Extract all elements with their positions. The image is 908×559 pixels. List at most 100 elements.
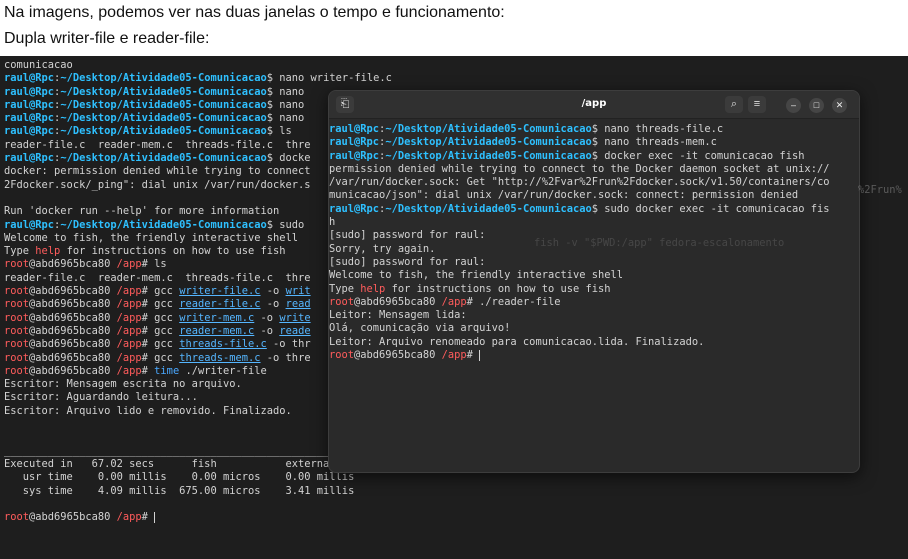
terminal-text: @abd6965bca80	[29, 324, 117, 337]
terminal-text: reader-mem.c	[179, 324, 255, 337]
terminal-text: -o thr	[266, 338, 311, 351]
terminal-window-app[interactable]: ⎗ /app ⌕ ≡ – □ ✕ raul@Rpc:~/Desktop/Ativ…	[328, 90, 860, 473]
terminal-text: municacao/json": dial unix /var/run/dock…	[329, 189, 799, 202]
terminal-text: reade	[279, 324, 311, 337]
terminal-text: Escritor: Mensagem escrita no arquivo.	[4, 378, 242, 391]
ghost-text: fish -v "$PWD:/app" fedora-escalonamento	[534, 237, 785, 249]
terminal-text: ~/Desktop/Atividade05-Comunicacao	[60, 218, 267, 231]
maximize-icon[interactable]: □	[809, 98, 824, 113]
terminal-text: for instructions on how to use fish	[385, 282, 611, 295]
hamburger-menu-icon[interactable]: ≡	[748, 96, 766, 113]
terminal-text: # gcc	[141, 311, 180, 324]
text-cursor	[479, 349, 481, 361]
terminal-text: help	[360, 282, 386, 295]
terminal-text: $ nano threads-mem.c	[591, 136, 717, 149]
terminal-text: ~/Desktop/Atividade05-Comunicacao	[60, 85, 267, 98]
terminal-text: # ls	[141, 258, 167, 271]
terminal-text: Sorry, try again.	[329, 242, 436, 255]
terminal-text: $ docker exec -it comunicacao fish	[591, 149, 805, 162]
terminal-text: $ nano threads-file.c	[591, 123, 724, 135]
terminal-line: Leitor: Mensagem lida:	[329, 309, 829, 322]
terminal-text: $ docke	[266, 152, 311, 165]
terminal-text: writer-file.c	[179, 285, 261, 298]
terminal-line: root@abd6965bca80 /app#	[4, 511, 392, 524]
minimize-icon[interactable]: –	[786, 98, 801, 113]
terminal-text: -o	[260, 285, 286, 298]
terminal-text: root	[329, 349, 355, 362]
terminal-text: threads-mem.c	[179, 351, 261, 364]
terminal-text: ~/Desktop/Atividade05-Comunicacao	[60, 112, 267, 125]
terminal-text: /app	[116, 324, 142, 337]
terminal-text: raul@Rpc	[329, 123, 380, 135]
terminal-text: $ nano	[266, 98, 305, 111]
terminal-text: root	[4, 351, 30, 364]
terminal-text: writ	[285, 285, 311, 298]
terminal-line: raul@Rpc:~/Desktop/Atividade05-Comunicac…	[4, 72, 392, 85]
window-titlebar[interactable]: ⎗ /app ⌕ ≡ – □ ✕	[329, 91, 859, 119]
terminal-line: [sudo] password for raul:	[329, 256, 829, 269]
terminal-text: ~/Desktop/Atividade05-Comunicacao	[385, 149, 592, 162]
terminal-text: reader-file.c	[179, 298, 261, 311]
terminal-text: Run 'docker run --help' for more informa…	[4, 205, 280, 218]
terminal-text: root	[4, 258, 30, 271]
terminal-text: # gcc	[141, 338, 180, 351]
terminal-text: [sudo] password for raul:	[329, 229, 486, 242]
terminal-text: # gcc	[141, 298, 180, 311]
terminal-text: raul@Rpc	[4, 112, 55, 125]
terminal-text: root	[329, 295, 355, 308]
terminal-text: Escritor: Aguardando leitura...	[4, 391, 198, 404]
terminal-text: root	[4, 298, 30, 311]
terminal-line: root@abd6965bca80 /app# ./reader-file	[329, 296, 829, 309]
terminal-text: $ nano	[266, 85, 305, 98]
terminal-text: # gcc	[141, 324, 180, 337]
terminal-line: Leitor: Arquivo renomeado para comunicac…	[329, 336, 829, 349]
terminal-text: raul@Rpc	[4, 85, 55, 98]
terminal-text: @abd6965bca80	[29, 298, 117, 311]
terminal-text: ~/Desktop/Atividade05-Comunicacao	[60, 72, 267, 85]
terminal-text: $ nano	[266, 112, 305, 125]
terminal-text: Executed in 67.02 secs fish external	[4, 457, 336, 470]
terminal-text: root	[4, 364, 30, 377]
terminal-text: @abd6965bca80	[29, 511, 117, 524]
terminal-text: reader-file.c reader-mem.c threads-file.…	[4, 138, 311, 151]
terminal-line: root@abd6965bca80 /app#	[329, 349, 829, 362]
terminal-text: # gcc	[141, 285, 180, 298]
terminal-line: permission denied while trying to connec…	[329, 163, 829, 176]
terminal-text: root	[4, 285, 30, 298]
terminal-text: comunicacao	[4, 59, 73, 71]
terminal-line: municacao/json": dial unix /var/run/dock…	[329, 189, 829, 202]
terminal-line: sys time 4.09 millis 675.00 micros 3.41 …	[4, 485, 392, 498]
terminal-text: ~/Desktop/Atividade05-Comunicacao	[60, 125, 267, 138]
terminal-line: raul@Rpc:~/Desktop/Atividade05-Comunicac…	[329, 136, 829, 149]
text-cursor	[154, 511, 156, 523]
terminal-text: ~/Desktop/Atividade05-Comunicacao	[385, 202, 592, 215]
terminal-text: time	[154, 364, 180, 377]
terminal-line: raul@Rpc:~/Desktop/Atividade05-Comunicac…	[329, 123, 829, 136]
close-icon[interactable]: ✕	[832, 98, 847, 113]
terminal-text: permission denied while trying to connec…	[329, 162, 830, 175]
terminal-text: ~/Desktop/Atividade05-Comunicacao	[385, 136, 592, 149]
terminal-text: raul@Rpc	[329, 202, 380, 215]
terminal-line: usr time 0.00 millis 0.00 micros 0.00 mi…	[4, 471, 392, 484]
terminal-text: Leitor: Arquivo renomeado para comunicac…	[329, 335, 705, 348]
terminal-text: root	[4, 511, 30, 524]
terminal-text: $ ls	[266, 125, 292, 138]
terminal-text: /app	[116, 311, 142, 324]
terminal-text: /app	[116, 258, 142, 271]
terminal-text: Welcome to fish, the friendly interactiv…	[329, 269, 624, 282]
terminal-text: docker: permission denied while trying t…	[4, 165, 311, 178]
terminal-text: -o	[254, 324, 280, 337]
terminal-text: /app	[116, 351, 142, 364]
terminal-text: /var/run/docker.sock: Get "http://%2Fvar…	[329, 176, 830, 189]
terminal-line: raul@Rpc:~/Desktop/Atividade05-Comunicac…	[329, 203, 829, 216]
terminal-line: /var/run/docker.sock: Get "http://%2Fvar…	[329, 176, 829, 189]
terminal-text: /app	[116, 338, 142, 351]
terminal-text: $ sudo	[266, 218, 305, 231]
terminal-text: ________________________________________…	[4, 444, 355, 457]
terminal-text: raul@Rpc	[4, 125, 55, 138]
window-title: /app	[581, 98, 607, 109]
terminal-text: Type	[4, 245, 36, 258]
terminal-text: for instructions on how to use fish	[60, 245, 286, 258]
terminal-text: [sudo] password for raul:	[329, 255, 486, 268]
search-icon[interactable]: ⌕	[725, 96, 743, 113]
